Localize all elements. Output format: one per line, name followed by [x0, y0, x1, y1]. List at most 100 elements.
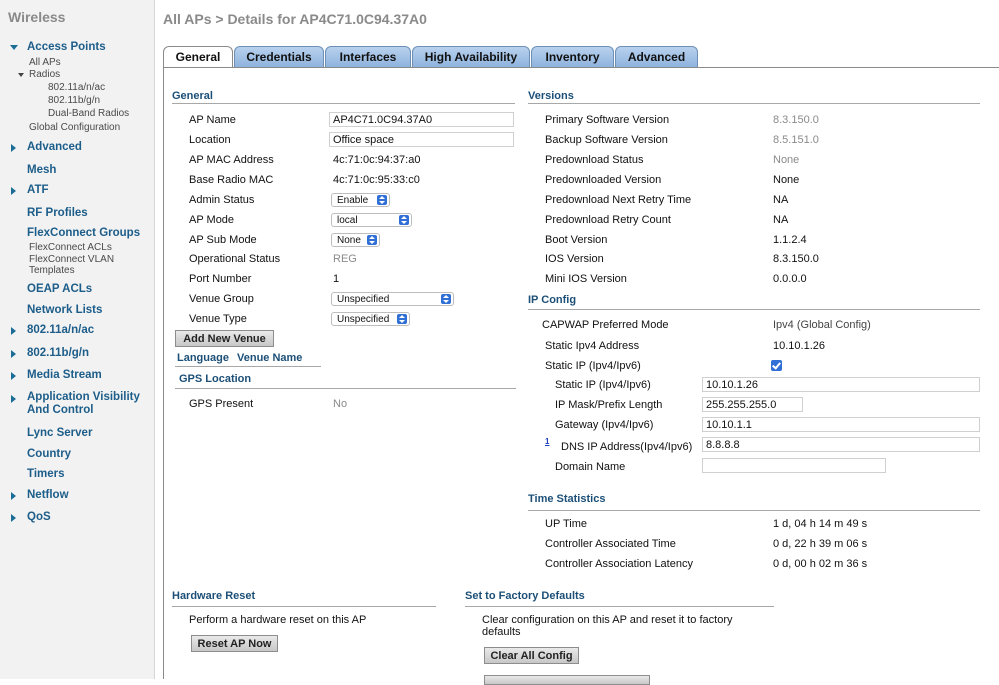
sidebar-item-flexconnect-vlan[interactable]: FlexConnect VLAN	[29, 254, 114, 265]
general-divider	[172, 103, 515, 104]
tab-general[interactable]: General	[163, 46, 233, 68]
select-arrows-icon	[441, 294, 451, 304]
expanded-caret-icon[interactable]	[10, 45, 18, 50]
sidebar-item-access-points[interactable]: Access Points	[27, 41, 106, 53]
predownload-status-value: None	[773, 154, 800, 166]
gps-heading: GPS Location	[179, 373, 252, 385]
sidebar-item-flexconnect-groups[interactable]: FlexConnect Groups	[27, 227, 140, 239]
primary-version-label: Primary Software Version	[545, 114, 670, 126]
ap-name-input[interactable]: AP4C71.0C94.37A0	[329, 112, 514, 127]
domain-name-input[interactable]	[702, 458, 886, 473]
sidebar-item-advanced[interactable]: Advanced	[27, 141, 82, 153]
sidebar: Wireless Access Points All APs Radios 80…	[0, 0, 155, 679]
capwap-mode-value: Ipv4 (Global Config)	[773, 319, 871, 331]
static-ipv4-value: 10.10.1.26	[773, 340, 825, 352]
sidebar-item-radio-a[interactable]: 802.11a/n/ac	[48, 82, 105, 93]
sidebar-item-radio-b[interactable]: 802.11b/g/n	[48, 95, 100, 106]
sidebar-item-lync[interactable]: Lync Server	[27, 427, 92, 439]
sidebar-item-mesh[interactable]: Mesh	[27, 164, 56, 176]
collapsed-caret-icon[interactable]	[11, 327, 16, 335]
select-arrows-icon	[399, 215, 409, 225]
admin-status-label: Admin Status	[189, 194, 255, 206]
sidebar-item-qos[interactable]: QoS	[27, 511, 51, 523]
base-mac-value: 4c:71:0c:95:33:c0	[333, 174, 420, 186]
reset-ap-now-button[interactable]: Reset AP Now	[191, 635, 278, 652]
ios-version-label: IOS Version	[545, 253, 604, 265]
ip-mask-input[interactable]: 255.255.255.0	[702, 397, 803, 412]
venue-group-value: Unspecified	[337, 294, 390, 305]
versions-divider	[528, 103, 980, 104]
gateway-input[interactable]: 10.10.1.1	[702, 417, 980, 432]
venue-group-select[interactable]: Unspecified	[331, 292, 454, 306]
ap-mode-label: AP Mode	[189, 214, 235, 226]
sidebar-item-flexconnect-acls[interactable]: FlexConnect ACLs	[29, 242, 112, 253]
static-ip-input[interactable]: 10.10.1.26	[702, 377, 980, 392]
primary-version-value: 8.3.150.0	[773, 114, 819, 126]
predownload-status-label: Predownload Status	[545, 154, 644, 166]
sidebar-item-rf-profiles[interactable]: RF Profiles	[27, 207, 88, 219]
ap-mode-select[interactable]: local	[331, 213, 412, 227]
sidebar-item-avc[interactable]: Application Visibility	[27, 391, 140, 403]
factory-defaults-divider	[465, 606, 774, 607]
backup-version-value: 8.5.151.0	[773, 134, 819, 146]
venue-table-divider	[175, 366, 321, 367]
collapsed-caret-icon[interactable]	[11, 144, 16, 152]
venue-group-label: Venue Group	[189, 293, 254, 305]
sidebar-item-b-g-n[interactable]: 802.11b/g/n	[27, 347, 89, 359]
sidebar-item-network-lists[interactable]: Network Lists	[27, 304, 102, 316]
collapsed-caret-icon[interactable]	[11, 395, 16, 403]
collapsed-caret-icon[interactable]	[11, 492, 16, 500]
select-arrows-icon	[377, 195, 387, 205]
gateway-label: Gateway (Ipv4/Ipv6)	[555, 419, 654, 431]
base-mac-label: Base Radio MAC	[189, 174, 274, 186]
sidebar-item-netflow[interactable]: Netflow	[27, 489, 69, 501]
sidebar-item-global-config[interactable]: Global Configuration	[29, 122, 120, 133]
tab-inventory[interactable]: Inventory	[531, 46, 614, 67]
sidebar-item-a-n-ac[interactable]: 802.11a/n/ac	[27, 324, 94, 336]
sidebar-item-avc-line2[interactable]: And Control	[27, 404, 93, 416]
tab-interfaces[interactable]: Interfaces	[325, 46, 411, 67]
sidebar-item-timers[interactable]: Timers	[27, 468, 65, 480]
backup-version-label: Backup Software Version	[545, 134, 668, 146]
clear-config-except-button[interactable]	[484, 675, 650, 685]
sidebar-item-media-stream[interactable]: Media Stream	[27, 369, 102, 381]
sidebar-item-all-aps[interactable]: All APs	[29, 57, 61, 68]
collapsed-caret-icon[interactable]	[11, 187, 16, 195]
sidebar-title: Wireless	[8, 9, 66, 25]
collapsed-caret-icon[interactable]	[11, 350, 16, 358]
add-new-venue-button[interactable]: Add New Venue	[175, 330, 274, 347]
ap-name-label: AP Name	[189, 114, 236, 126]
general-heading: General	[172, 90, 213, 102]
collapsed-caret-icon[interactable]	[11, 372, 16, 380]
ap-sub-mode-label: AP Sub Mode	[189, 234, 257, 246]
dns-label: DNS IP Address(Ipv4/Ipv6)	[561, 441, 693, 453]
sidebar-item-dual-band[interactable]: Dual-Band Radios	[48, 108, 129, 119]
location-label: Location	[189, 134, 231, 146]
admin-status-select[interactable]: Enable	[331, 193, 390, 207]
gps-present-label: GPS Present	[189, 398, 254, 410]
sidebar-item-radios[interactable]: Radios	[29, 69, 60, 80]
tab-advanced[interactable]: Advanced	[615, 46, 698, 67]
hardware-reset-description: Perform a hardware reset on this AP	[189, 614, 367, 626]
expanded-caret-icon[interactable]	[18, 73, 24, 77]
tab-high-availability[interactable]: High Availability	[412, 46, 530, 67]
time-stats-heading: Time Statistics	[528, 493, 606, 505]
sidebar-item-country[interactable]: Country	[27, 448, 71, 460]
collapsed-caret-icon[interactable]	[11, 514, 16, 522]
venue-name-column-header: Venue Name	[237, 352, 303, 364]
clear-all-config-button[interactable]: Clear All Config	[484, 647, 579, 664]
dns-input[interactable]: 8.8.8.8	[702, 437, 980, 452]
sidebar-item-flexconnect-vlan-templates[interactable]: Templates	[29, 265, 75, 276]
ap-sub-mode-select[interactable]: None	[331, 233, 380, 247]
venue-type-label: Venue Type	[189, 313, 247, 325]
footnote-link[interactable]: 1	[545, 437, 549, 446]
mini-ios-version-value: 0.0.0.0	[773, 273, 807, 285]
static-ip-label: Static IP (Ipv4/Ipv6)	[555, 379, 651, 391]
tab-credentials[interactable]: Credentials	[234, 46, 324, 67]
static-ip-checkbox[interactable]	[771, 360, 782, 371]
factory-defaults-heading: Set to Factory Defaults	[465, 590, 585, 602]
location-input[interactable]: Office space	[329, 132, 514, 147]
sidebar-item-atf[interactable]: ATF	[27, 184, 49, 196]
sidebar-item-oeap-acls[interactable]: OEAP ACLs	[27, 283, 92, 295]
venue-type-select[interactable]: Unspecified	[331, 312, 410, 326]
